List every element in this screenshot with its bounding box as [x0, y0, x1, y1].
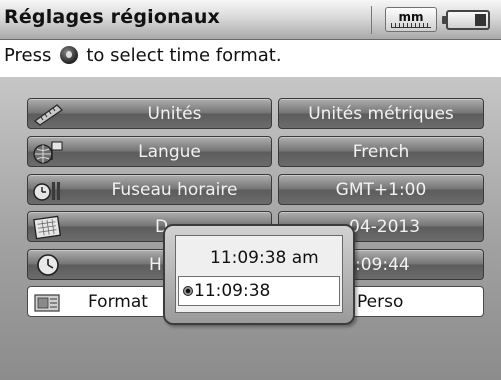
time-format-list: 11:09:38 am 11:09:38: [175, 235, 343, 313]
setting-language-value-button[interactable]: French: [278, 136, 484, 167]
unit-indicator: mm: [385, 7, 437, 32]
setting-format-value: Perso: [357, 292, 404, 312]
screen-title: Réglages régionaux: [4, 6, 221, 28]
setting-time-label: H: [149, 255, 162, 275]
ruler-icon: [391, 23, 431, 28]
time-format-option-12h[interactable]: 11:09:38 am: [176, 243, 342, 273]
setting-date-value: 04-2013: [349, 217, 421, 237]
calendar-icon: [33, 215, 62, 240]
battery-icon: [442, 10, 490, 30]
setting-time-value: :09:44: [355, 255, 410, 275]
navigation-knob-icon: [60, 46, 79, 64]
setting-units-value-button[interactable]: Unités métriques: [278, 98, 484, 129]
time-format-popup: 11:09:38 am 11:09:38: [163, 224, 355, 325]
setting-language-label: Langue: [138, 142, 201, 162]
instruction-text: Press to select time format.: [4, 45, 282, 66]
setting-units-value: Unités métriques: [308, 104, 454, 124]
selected-radio-icon: [183, 286, 193, 296]
setting-timezone-label: Fuseau horaire: [111, 180, 238, 200]
title-bar: Réglages régionaux mm: [0, 0, 501, 40]
time-format-option-24h-label: 11:09:38: [194, 281, 271, 301]
setting-format-label: Format: [88, 292, 148, 312]
instruction-rest: to select time format.: [86, 45, 282, 66]
clock-icon: [37, 254, 59, 276]
setting-units-label: Unités: [147, 104, 202, 124]
unit-label: mm: [398, 10, 424, 24]
setting-language-button[interactable]: Langue: [27, 136, 272, 167]
format-icon: [34, 294, 60, 312]
battery-level: [475, 14, 486, 26]
setting-timezone-value-button[interactable]: GMT+1:00: [278, 174, 484, 205]
title-divider: [371, 6, 372, 34]
instruction-press: Press: [4, 45, 52, 66]
setting-timezone-button[interactable]: Fuseau horaire: [27, 174, 272, 205]
time-format-option-24h[interactable]: 11:09:38: [178, 276, 340, 306]
time-format-option-12h-label: 11:09:38 am: [210, 248, 319, 268]
setting-timezone-value: GMT+1:00: [335, 180, 427, 200]
setting-units-button[interactable]: Unités: [27, 98, 272, 129]
setting-language-value: French: [352, 142, 410, 162]
